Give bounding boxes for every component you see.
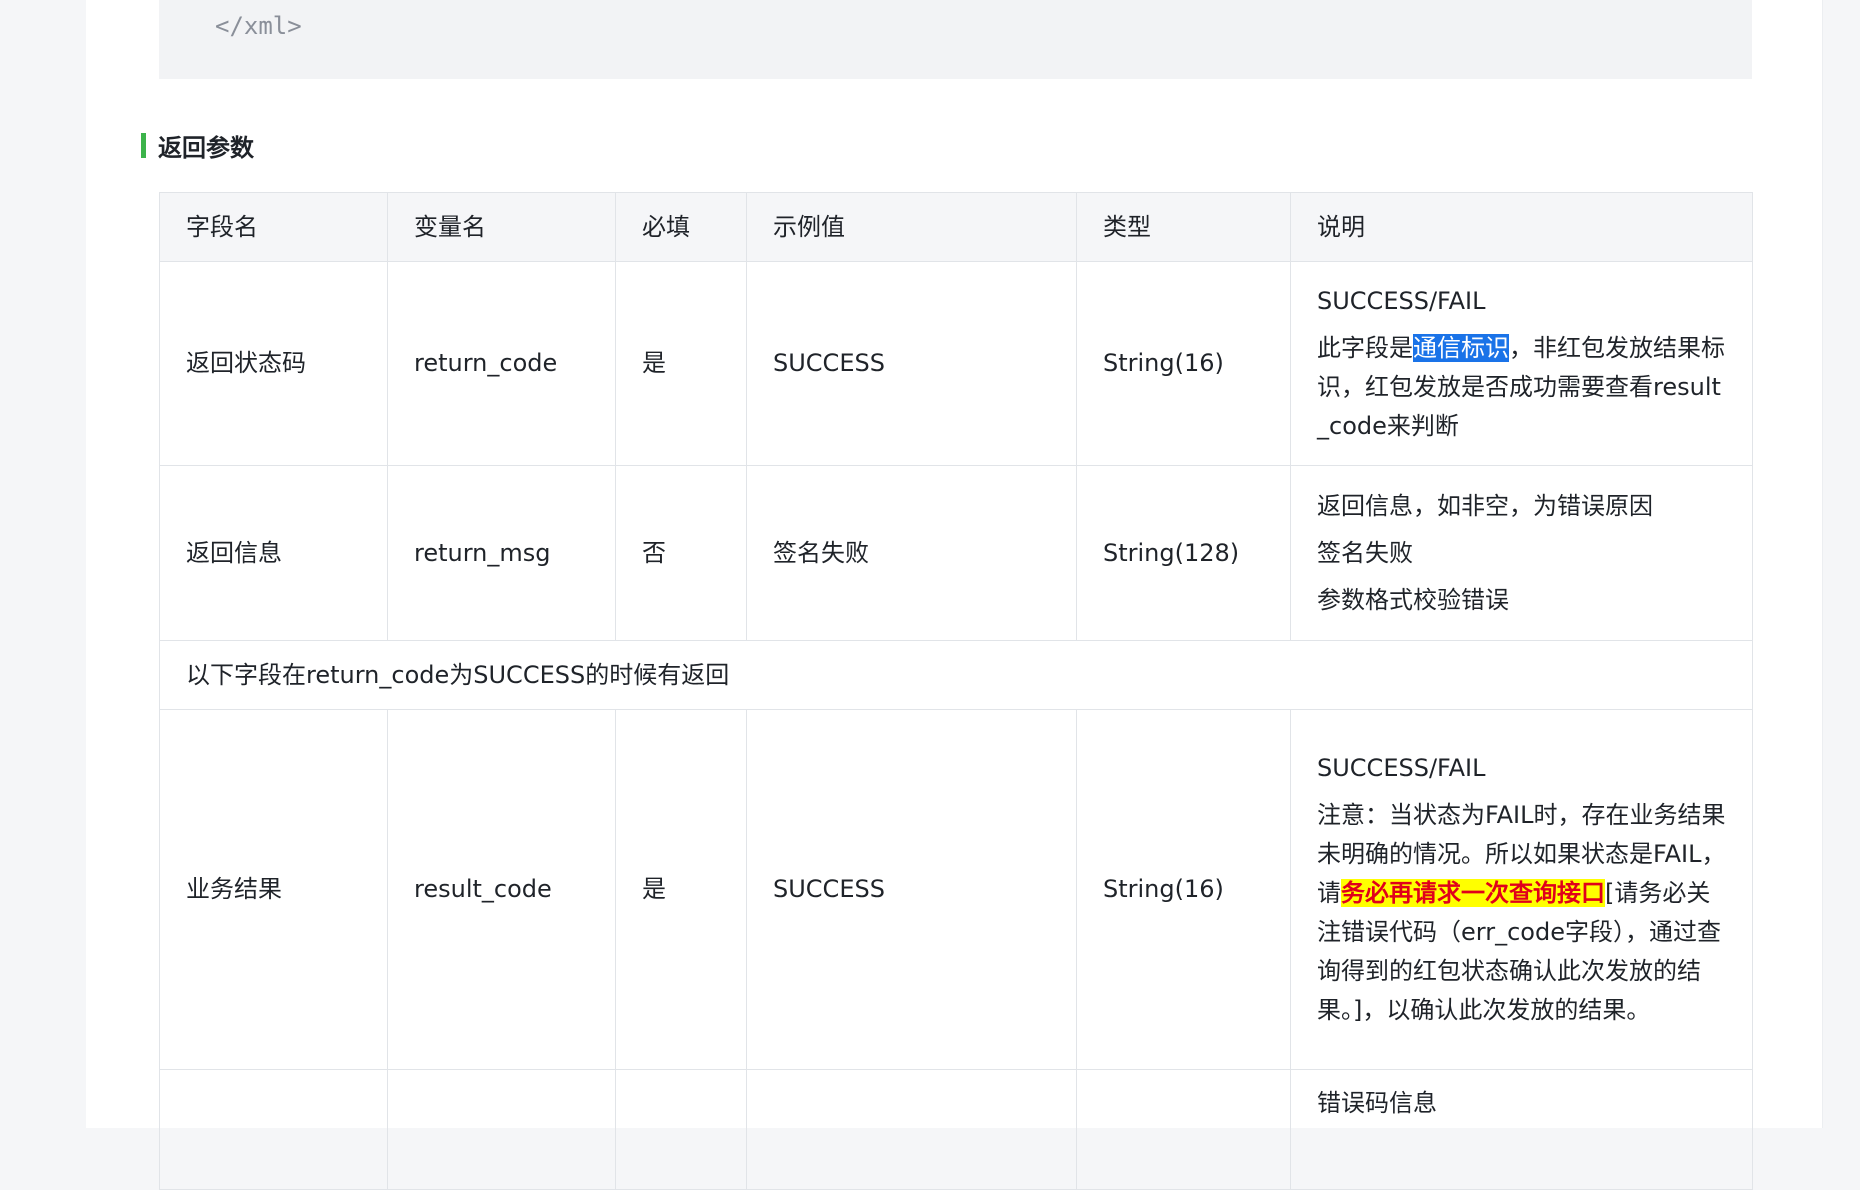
cell-description: 错误码信息 (1290, 1069, 1753, 1190)
desc-values: SUCCESS/FAIL (1317, 286, 1486, 315)
cell-field: 业务结果 (159, 709, 388, 1070)
code-block: </xml> (159, 0, 1752, 79)
section-accent-bar (141, 132, 146, 158)
cell-example: 签名失败 (746, 465, 1077, 641)
table-row: 返回状态码 return_code 是 SUCCESS String(16) S… (159, 261, 1753, 466)
cell-required: 是 (615, 261, 747, 466)
selected-text: 通信标识 (1413, 333, 1509, 362)
cell-example: SUCCESS (746, 261, 1077, 466)
section-heading: 返回参数 (141, 128, 254, 162)
cell-required: 否 (615, 465, 747, 641)
highlighted-warning: 务必再请求一次查询接口 (1341, 879, 1605, 907)
header-field-name: 字段名 (159, 192, 388, 262)
cell-field (159, 1069, 388, 1190)
cell-variable: result_code (387, 709, 616, 1070)
cell-type: String(16) (1076, 261, 1291, 466)
desc-line: 返回信息，如非空，为错误原因 (1317, 491, 1653, 520)
code-closing-tag: </xml> (215, 12, 302, 40)
table-row: 业务结果 result_code 是 SUCCESS String(16) SU… (159, 709, 1753, 1070)
cell-variable (387, 1069, 616, 1190)
cell-type (1076, 1069, 1291, 1190)
cell-description: SUCCESS/FAIL 注意：当状态为FAIL时，存在业务结果未明确的情况。所… (1290, 709, 1753, 1070)
desc-values: SUCCESS/FAIL (1317, 754, 1486, 782)
table-note-row: 以下字段在return_code为SUCCESS的时候有返回 (159, 640, 1753, 710)
desc-text: 此字段是 (1317, 333, 1413, 362)
return-params-table: 字段名 变量名 必填 示例值 类型 说明 返回状态码 return_code 是… (159, 192, 1753, 1190)
header-type: 类型 (1076, 192, 1291, 262)
desc-line: 签名失败 (1317, 538, 1413, 567)
cell-field: 返回状态码 (159, 261, 388, 466)
header-required: 必填 (615, 192, 747, 262)
cell-description: SUCCESS/FAIL 此字段是通信标识，非红包发放结果标识，红包发放是否成功… (1290, 261, 1753, 466)
table-note: 以下字段在return_code为SUCCESS的时候有返回 (159, 640, 1753, 710)
header-variable-name: 变量名 (387, 192, 616, 262)
section-title: 返回参数 (158, 133, 254, 162)
table-header-row: 字段名 变量名 必填 示例值 类型 说明 (159, 192, 1753, 262)
header-description: 说明 (1290, 192, 1753, 262)
table-row: 返回信息 return_msg 否 签名失败 String(128) 返回信息，… (159, 465, 1753, 641)
cell-example: SUCCESS (746, 709, 1077, 1070)
desc-line: 参数格式校验错误 (1317, 585, 1509, 614)
cell-example (746, 1069, 1077, 1190)
cell-variable: return_code (387, 261, 616, 466)
cell-required: 是 (615, 709, 747, 1070)
header-example: 示例值 (746, 192, 1077, 262)
desc-paragraph: 注意：当状态为FAIL时，存在业务结果未明确的情况。所以如果状态是FAIL，请务… (1317, 796, 1726, 1030)
cell-type: String(128) (1076, 465, 1291, 641)
doc-page: </xml> 返回参数 字段名 变量名 必填 示例值 类型 说明 返回状态码 r… (86, 0, 1822, 1190)
cell-required (615, 1069, 747, 1190)
table-row-partial: 错误码信息 (159, 1069, 1753, 1190)
cell-variable: return_msg (387, 465, 616, 641)
cell-field: 返回信息 (159, 465, 388, 641)
desc-paragraph: 此字段是通信标识，非红包发放结果标识，红包发放是否成功需要查看result_co… (1317, 329, 1726, 446)
scrollbar-track[interactable] (1822, 0, 1860, 1128)
cell-description: 返回信息，如非空，为错误原因 签名失败 参数格式校验错误 (1290, 465, 1753, 641)
cell-type: String(16) (1076, 709, 1291, 1070)
